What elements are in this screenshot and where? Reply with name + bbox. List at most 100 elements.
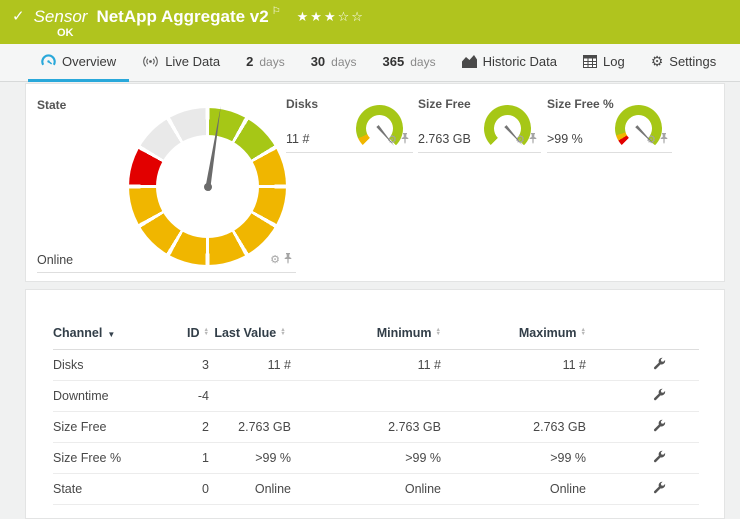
area-chart-icon	[462, 55, 477, 68]
column-header-actions	[586, 316, 699, 350]
tab-overview[interactable]: Overview	[28, 44, 129, 82]
column-header-id[interactable]: ID▲▼	[153, 316, 209, 350]
gauge-title: State	[37, 98, 66, 112]
channel-id-cell: 3	[153, 350, 209, 381]
last-value-cell: 2.763 GB	[209, 412, 291, 443]
tab-2-days[interactable]: 2 days	[233, 44, 298, 82]
tab-label: Overview	[62, 54, 116, 69]
flag-icon[interactable]: ⚐	[272, 6, 281, 18]
object-kind-label: Sensor	[34, 7, 88, 27]
gauge-title: Disks	[286, 97, 318, 111]
state-gauge-block: State Online ⚙	[37, 98, 296, 273]
channel-id-cell: 1	[153, 443, 209, 474]
size-free-pct-gauge-block: Size Free % >99 % ⚙	[547, 94, 672, 153]
pin-icon[interactable]	[529, 131, 537, 149]
tab-historic-data[interactable]: Historic Data	[449, 44, 570, 82]
edit-channel-wrench-icon[interactable]	[653, 481, 666, 494]
gauge-value: >99 %	[547, 132, 583, 146]
table-header-row: Channel▼ ID▲▼ Last Value▲▼ Minimum▲▼ Max…	[53, 316, 699, 350]
tab-label: Settings	[669, 54, 716, 69]
stars-empty[interactable]: ☆☆	[338, 9, 365, 24]
channel-name-cell: Size Free %	[53, 443, 153, 474]
sort-desc-icon: ▼	[107, 330, 115, 339]
channel-name-cell: Disks	[53, 350, 153, 381]
priority-stars[interactable]: ★★★☆☆	[297, 9, 365, 25]
column-header-channel[interactable]: Channel▼	[53, 316, 153, 350]
tab-label: Live Data	[165, 54, 220, 69]
channel-name-cell: Size Free	[53, 412, 153, 443]
edit-channel-wrench-icon[interactable]	[653, 357, 666, 370]
maximum-cell: 2.763 GB	[441, 412, 586, 443]
sort-icon: ▲▼	[280, 328, 285, 337]
maximum-cell	[441, 381, 586, 412]
channel-name-cell: State	[53, 474, 153, 505]
sensor-status-badge: OK	[57, 27, 74, 39]
channel-id-cell: -4	[153, 381, 209, 412]
minimum-cell: 11 #	[291, 350, 441, 381]
edit-channel-wrench-icon[interactable]	[653, 388, 666, 401]
tab-log[interactable]: Log	[570, 44, 638, 82]
last-value-cell: >99 %	[209, 443, 291, 474]
channel-id-cell: 2	[153, 412, 209, 443]
minimum-cell	[291, 381, 441, 412]
tab-number: 2	[246, 54, 253, 69]
table-row[interactable]: Downtime -4	[53, 381, 699, 412]
pin-icon[interactable]	[660, 131, 668, 149]
tab-number: 365	[383, 54, 405, 69]
maximum-cell: >99 %	[441, 443, 586, 474]
column-header-last-value[interactable]: Last Value▲▼	[209, 316, 291, 350]
gauge-needle	[203, 105, 225, 193]
sensor-header: ✓ Sensor NetApp Aggregate v2 ⚐ ★★★☆☆ OK	[0, 0, 740, 44]
column-header-maximum[interactable]: Maximum▲▼	[441, 316, 586, 350]
tab-unit: days	[259, 55, 284, 69]
edit-channel-wrench-icon[interactable]	[653, 450, 666, 463]
sort-icon: ▲▼	[581, 328, 586, 337]
last-value-cell: 11 #	[209, 350, 291, 381]
minimum-cell: 2.763 GB	[291, 412, 441, 443]
stars-filled[interactable]: ★★★	[297, 9, 338, 24]
broadcast-icon	[142, 55, 159, 68]
last-value-cell: Online	[209, 474, 291, 505]
pin-icon[interactable]	[284, 251, 292, 269]
overview-gauges-panel: State Online ⚙ Disks 11 # ⚙ Size Free 2.…	[25, 83, 725, 282]
minimum-cell: >99 %	[291, 443, 441, 474]
gauge-value: Online	[37, 253, 73, 267]
gear-icon: ⚙	[651, 53, 664, 70]
tab-label: Log	[603, 54, 625, 69]
channel-id-cell: 0	[153, 474, 209, 505]
last-value-cell	[209, 381, 291, 412]
state-gauge[interactable]	[129, 108, 286, 265]
tab-bar: Overview Live Data 2 days 30 days 365 da…	[0, 44, 740, 82]
log-table-icon	[583, 55, 597, 68]
channels-table-panel: Channel▼ ID▲▼ Last Value▲▼ Minimum▲▼ Max…	[25, 289, 725, 519]
column-header-minimum[interactable]: Minimum▲▼	[291, 316, 441, 350]
gauge-value: 11 #	[286, 132, 309, 146]
gauge-title: Size Free	[418, 97, 471, 111]
edit-channel-wrench-icon[interactable]	[653, 419, 666, 432]
maximum-cell: 11 #	[441, 350, 586, 381]
tab-365-days[interactable]: 365 days	[370, 44, 449, 82]
table-row[interactable]: Size Free % 1 >99 % >99 % >99 %	[53, 443, 699, 474]
tab-unit: days	[331, 55, 356, 69]
sensor-title: NetApp Aggregate v2	[96, 7, 268, 27]
size-free-gauge-block: Size Free 2.763 GB ⚙	[418, 94, 541, 153]
tab-settings[interactable]: ⚙ Settings	[638, 44, 730, 82]
channel-settings-gear-icon[interactable]: ⚙	[270, 255, 280, 266]
tab-30-days[interactable]: 30 days	[298, 44, 370, 82]
gauge-title: Size Free %	[547, 97, 614, 111]
tab-unit: days	[410, 55, 435, 69]
channels-table: Channel▼ ID▲▼ Last Value▲▼ Minimum▲▼ Max…	[53, 316, 699, 505]
maximum-cell: Online	[441, 474, 586, 505]
table-row[interactable]: Size Free 2 2.763 GB 2.763 GB 2.763 GB	[53, 412, 699, 443]
status-check-icon: ✓	[12, 7, 25, 27]
tab-number: 30	[311, 54, 325, 69]
table-row[interactable]: Disks 3 11 # 11 # 11 #	[53, 350, 699, 381]
disks-gauge-block: Disks 11 # ⚙	[286, 94, 413, 153]
pin-icon[interactable]	[401, 131, 409, 149]
gauge-needle-hub	[204, 183, 212, 191]
table-row[interactable]: State 0 Online Online Online	[53, 474, 699, 505]
sort-icon: ▲▼	[436, 328, 441, 337]
gauge-value: 2.763 GB	[418, 132, 471, 146]
gauge-icon	[41, 54, 56, 69]
tab-live-data[interactable]: Live Data	[129, 44, 233, 82]
